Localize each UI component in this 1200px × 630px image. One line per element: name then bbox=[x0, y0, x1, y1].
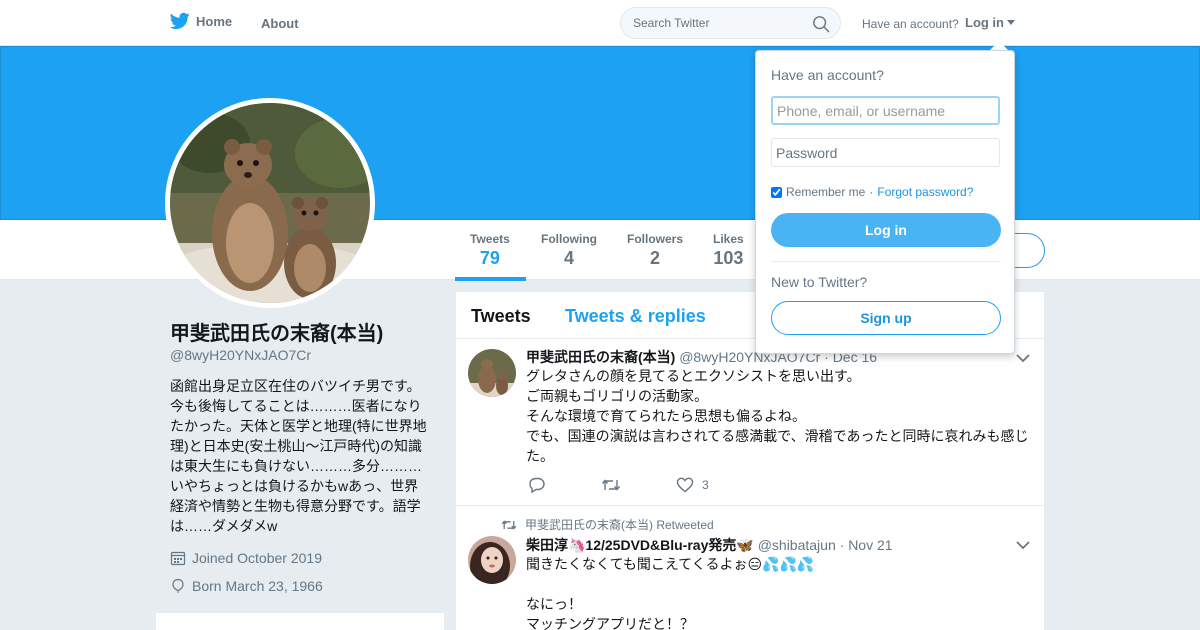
left-sidebar-card bbox=[156, 613, 444, 630]
nav-about-link[interactable]: About bbox=[261, 16, 299, 31]
person-avatar-image bbox=[468, 536, 516, 584]
login-button[interactable]: Log in bbox=[771, 213, 1001, 247]
tweet-header: 柴田淳🦄12/25DVD&Blu-ray発売🦋 @shibatajun · No… bbox=[526, 535, 893, 555]
search-icon[interactable] bbox=[812, 15, 830, 33]
stat-followers-label: Followers bbox=[627, 232, 684, 246]
tweet-text-line: そんな環境で育てられたら思想も偏るよね。 bbox=[526, 408, 806, 424]
dropdown-title: Have an account? bbox=[771, 67, 884, 83]
retweet-icon bbox=[501, 519, 517, 530]
tweet-text-line: ご両親もゴリゴリの活動家。 bbox=[526, 388, 708, 404]
profile-bio: 函館出身足立区在住のバツイチ男です。今も後悔してることは………医者になりたかった… bbox=[170, 378, 427, 534]
retweet-context: 甲斐武田氏の末裔(本当) Retweeted bbox=[501, 516, 714, 533]
tweet-avatar[interactable] bbox=[468, 349, 516, 397]
dropdown-caret bbox=[990, 41, 1008, 50]
stat-likes-value: 103 bbox=[713, 248, 744, 268]
balloon-icon bbox=[172, 578, 184, 593]
tweet-item[interactable]: 甲斐武田氏の末裔(本当) @8wyH20YNxJAO7Cr · Dec 16 グ… bbox=[456, 339, 1044, 506]
nav-home-link[interactable]: Home bbox=[170, 12, 232, 30]
profile-name[interactable]: 甲斐武田氏の末裔(本当) bbox=[170, 317, 383, 346]
retweet-context-text[interactable]: 甲斐武田氏の末裔(本当) Retweeted bbox=[525, 516, 714, 533]
search-box bbox=[620, 7, 841, 39]
tweet-text-line bbox=[526, 574, 1034, 594]
new-to-twitter-text: New to Twitter? bbox=[771, 274, 868, 290]
tweet-item[interactable]: 甲斐武田氏の末裔(本当) Retweeted 柴田淳🦄12/25DVD&Blu-… bbox=[456, 506, 1044, 630]
tweet-author-name[interactable]: 柴田淳🦄12/25DVD&Blu-ray発売🦋 bbox=[526, 537, 754, 553]
tweet-text-line: グレタさんの顔を見てるとエクソシストを思い出す。 bbox=[526, 368, 861, 384]
tweet-author-handle[interactable]: @shibatajun bbox=[758, 537, 836, 553]
tweet-date[interactable]: · Nov 21 bbox=[840, 537, 893, 553]
separator-dot: · bbox=[869, 185, 874, 199]
tweet-text: グレタさんの顔を見てるとエクソシストを思い出す。 ご両親もゴリゴリの活動家。 そ… bbox=[526, 366, 1034, 466]
stat-followers-value: 2 bbox=[650, 248, 661, 268]
retweet-button[interactable] bbox=[601, 478, 621, 492]
profile-joined-text: Joined October 2019 bbox=[192, 550, 322, 566]
reply-icon bbox=[529, 477, 545, 493]
profile-joined: Joined October 2019 bbox=[170, 550, 322, 566]
profile-born: Born March 23, 1966 bbox=[170, 578, 323, 594]
remember-me-label[interactable]: Remember me bbox=[786, 185, 865, 199]
like-button[interactable]: 3 bbox=[676, 477, 709, 493]
username-field[interactable] bbox=[771, 96, 1000, 125]
stat-likes[interactable]: Likes 103 bbox=[713, 232, 744, 269]
like-count: 3 bbox=[702, 478, 709, 492]
tab-tweets[interactable]: Tweets bbox=[471, 306, 531, 327]
stat-following-label: Following bbox=[541, 232, 597, 246]
forgot-password-link[interactable]: Forgot password? bbox=[877, 185, 973, 199]
stat-following[interactable]: Following 4 bbox=[541, 232, 597, 269]
active-tab-indicator bbox=[455, 277, 526, 281]
tweet-text-line: なにっ！ bbox=[526, 596, 582, 612]
search-input[interactable] bbox=[621, 8, 801, 38]
nav-home-label: Home bbox=[196, 13, 233, 29]
remember-me-checkbox[interactable] bbox=[771, 186, 782, 198]
reply-button[interactable] bbox=[528, 477, 546, 493]
stat-likes-label: Likes bbox=[713, 232, 744, 246]
twitter-bird-icon bbox=[170, 12, 190, 30]
profile-avatar[interactable] bbox=[165, 98, 375, 308]
login-dropdown: Have an account? Remember me · Forgot pa… bbox=[755, 50, 1015, 354]
tweet-text-line: 聞きたくなくても聞こえてくるよぉ😑💦💦💦 bbox=[526, 556, 815, 572]
tab-tweets-replies[interactable]: Tweets & replies bbox=[565, 306, 706, 327]
chevron-down-icon[interactable] bbox=[1016, 540, 1030, 550]
login-dropdown-toggle[interactable]: Log in bbox=[965, 15, 1015, 30]
stat-tweets-value: 79 bbox=[479, 248, 500, 268]
password-field[interactable] bbox=[771, 138, 1000, 167]
stat-followers[interactable]: Followers 2 bbox=[627, 232, 683, 269]
retweet-icon bbox=[601, 479, 621, 491]
tweet-actions: 3 bbox=[528, 477, 764, 493]
stat-tweets[interactable]: Tweets 79 bbox=[470, 232, 510, 269]
stat-tweets-label: Tweets bbox=[470, 232, 510, 246]
calendar-icon bbox=[170, 551, 186, 566]
heart-icon bbox=[676, 477, 694, 493]
quokka-avatar-image bbox=[468, 349, 516, 397]
tweet-text-line: でも、国連の演説は言わされてる感満載で、滑稽であったと同時に哀れみも感じた。 bbox=[526, 428, 1029, 464]
stat-following-value: 4 bbox=[563, 248, 574, 268]
remember-me-row: Remember me · Forgot password? bbox=[771, 185, 973, 199]
top-nav-bar: Home About Have an account? Log in bbox=[0, 0, 1200, 46]
profile-handle[interactable]: @8wyH20YNxJAO7Cr bbox=[170, 347, 311, 363]
signup-button[interactable]: Sign up bbox=[771, 301, 1001, 335]
quokka-avatar-image bbox=[170, 103, 370, 303]
profile-born-text: Born March 23, 1966 bbox=[192, 578, 323, 594]
login-toggle-label: Log in bbox=[965, 15, 1004, 30]
tweet-author-name[interactable]: 甲斐武田氏の末裔(本当) bbox=[526, 349, 675, 365]
tweet-text-line: マッチングアプリだと！？ bbox=[526, 616, 694, 630]
have-account-text: Have an account? bbox=[862, 17, 959, 31]
tweet-text: 聞きたくなくても聞こえてくるよぉ😑💦💦💦 なにっ！ マッチングアプリだと！？ bbox=[526, 554, 1034, 630]
dropdown-divider bbox=[771, 261, 1001, 262]
tweet-avatar[interactable] bbox=[468, 536, 516, 584]
caret-down-icon bbox=[1007, 20, 1015, 25]
chevron-down-icon[interactable] bbox=[1016, 353, 1030, 363]
